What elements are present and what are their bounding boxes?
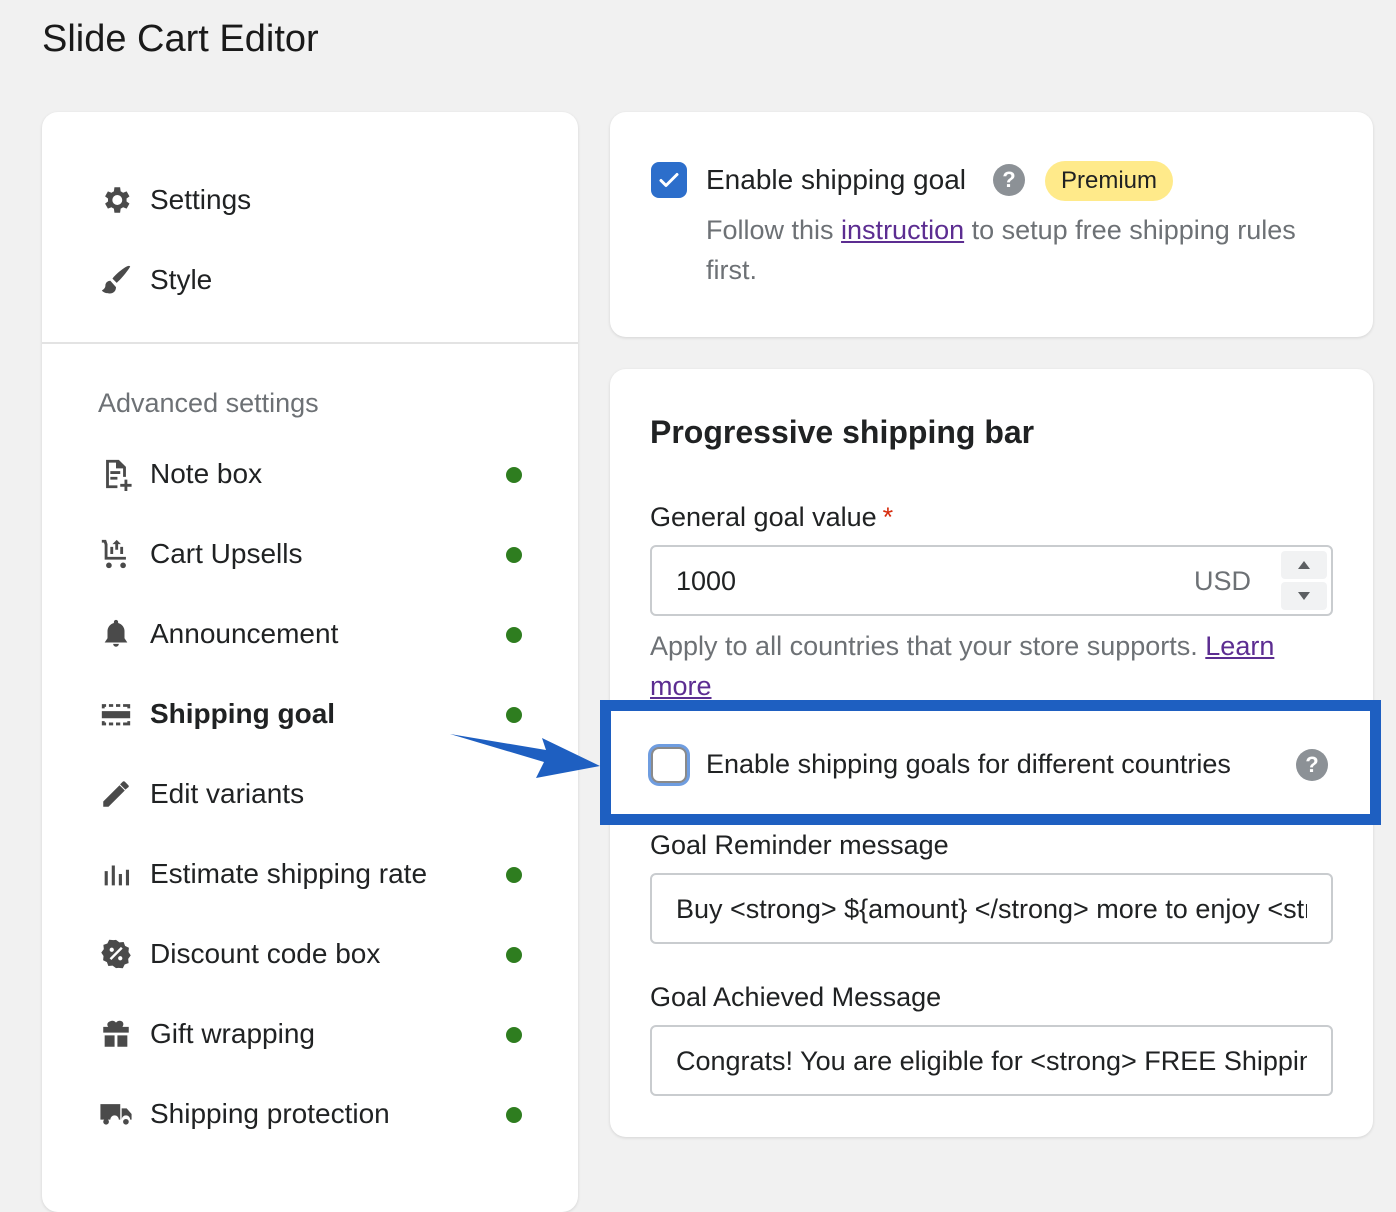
status-dot	[506, 707, 522, 723]
goal-value-label: General goal value *	[650, 502, 893, 533]
bar-chart-icon	[98, 856, 134, 892]
status-dot	[506, 547, 522, 563]
required-mark: *	[882, 502, 894, 532]
brush-icon	[98, 262, 134, 298]
sidebar: Settings Style Advanced settings Note bo…	[42, 112, 578, 1212]
sidebar-item-label: Note box	[150, 458, 263, 489]
goal-value-text[interactable]: 1000	[676, 566, 736, 597]
checkmark-icon	[659, 173, 679, 187]
discount-icon	[98, 936, 134, 972]
premium-badge: Premium	[1045, 161, 1174, 201]
card-title: Progressive shipping bar	[650, 414, 1035, 450]
goal-reminder-input[interactable]: Buy <strong> ${amount} </strong> more to…	[650, 873, 1333, 944]
advanced-settings-label: Advanced settings	[98, 388, 319, 418]
note-icon	[98, 456, 134, 492]
decrement-button[interactable]	[1281, 582, 1327, 610]
sidebar-item-label: Announcement	[150, 618, 339, 649]
status-dot	[506, 627, 522, 643]
sidebar-item-settings[interactable]: Settings	[42, 160, 578, 240]
goal-reminder-label: Goal Reminder message	[650, 830, 949, 860]
status-dot	[506, 1107, 522, 1123]
sidebar-item-label: Edit variants	[150, 778, 305, 809]
help-text-prefix: Follow this	[706, 215, 842, 245]
sidebar-item-label: Cart Upsells	[150, 538, 303, 569]
goal-achieved-input[interactable]: Congrats! You are eligible for <strong> …	[650, 1025, 1333, 1096]
gift-icon	[98, 1016, 134, 1052]
sidebar-item-label: Gift wrapping	[150, 1018, 315, 1049]
enable-shipping-goal-checkbox[interactable]	[651, 162, 687, 198]
apply-countries-help-text: Apply to all countries that your store s…	[650, 626, 1340, 706]
annotation-highlight-box	[600, 700, 1381, 825]
shipping-goal-help-text: Follow this instruction to setup free sh…	[706, 210, 1326, 290]
status-dot	[506, 467, 522, 483]
sidebar-item-label: Shipping protection	[150, 1098, 390, 1129]
status-dot	[506, 947, 522, 963]
sidebar-item-shipping-protection[interactable]: Shipping protection	[42, 1074, 578, 1154]
enable-shipping-goal-label: Enable shipping goal	[706, 164, 966, 195]
sidebar-item-label: Style	[150, 264, 213, 295]
currency-suffix: USD	[1193, 566, 1251, 596]
sidebar-item-style[interactable]: Style	[42, 240, 578, 320]
caret-up-icon	[1298, 561, 1310, 569]
truck-icon	[98, 1096, 134, 1132]
goal-value-label-text: General goal value	[650, 502, 877, 532]
goal-achieved-label: Goal Achieved Message	[650, 982, 942, 1012]
page-title: Slide Cart Editor	[42, 18, 319, 60]
gear-icon	[98, 182, 134, 218]
pencil-icon	[98, 776, 134, 812]
sidebar-item-note-box[interactable]: Note box	[42, 434, 578, 514]
quantity-stepper[interactable]	[1281, 551, 1327, 611]
goal-achieved-text[interactable]: Congrats! You are eligible for <strong> …	[676, 1046, 1307, 1077]
apply-text: Apply to all countries that your store s…	[650, 631, 1206, 661]
instruction-link[interactable]: instruction	[841, 215, 964, 245]
sidebar-item-announcement[interactable]: Announcement	[42, 594, 578, 674]
annotation-arrow-icon	[450, 734, 600, 778]
bell-icon	[98, 616, 134, 652]
caret-down-icon	[1298, 592, 1310, 600]
sidebar-item-estimate-shipping-rate[interactable]: Estimate shipping rate	[42, 834, 578, 914]
cart-upsell-icon	[98, 536, 134, 572]
increment-button[interactable]	[1281, 551, 1327, 579]
sidebar-item-label: Estimate shipping rate	[150, 858, 428, 889]
sidebar-item-discount-code-box[interactable]: Discount code box	[42, 914, 578, 994]
sidebar-item-label: Discount code box	[150, 938, 381, 969]
sidebar-item-label: Shipping goal	[150, 698, 336, 729]
status-dot	[506, 867, 522, 883]
sidebar-item-label: Settings	[150, 184, 252, 215]
status-dot	[506, 1027, 522, 1043]
goal-value-input[interactable]: 1000 USD	[650, 545, 1333, 616]
sidebar-item-gift-wrapping[interactable]: Gift wrapping	[42, 994, 578, 1074]
question-circle-icon[interactable]: ?	[993, 164, 1025, 196]
goal-reminder-text[interactable]: Buy <strong> ${amount} </strong> more to…	[676, 894, 1307, 925]
sidebar-item-cart-upsells[interactable]: Cart Upsells	[42, 514, 578, 594]
progress-bar-icon	[98, 696, 134, 732]
sidebar-top-section: Settings Style	[42, 112, 578, 344]
